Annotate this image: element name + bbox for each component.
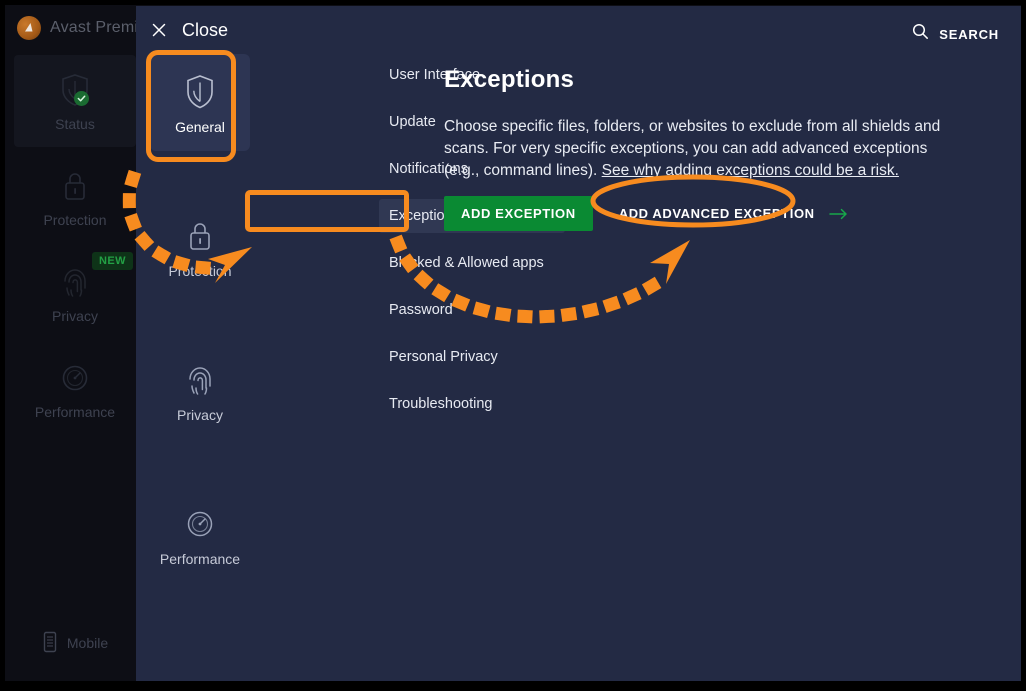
- settings-category-label: Protection: [168, 263, 232, 279]
- submenu-item-troubleshooting[interactable]: Troubleshooting: [379, 387, 565, 421]
- lock-icon: [183, 214, 217, 258]
- rail-item-status[interactable]: Status: [14, 55, 136, 147]
- rail-item-label: Protection: [43, 212, 107, 228]
- settings-category-performance[interactable]: Performance: [150, 486, 250, 583]
- settings-category-privacy[interactable]: Privacy: [150, 342, 250, 439]
- avast-logo-icon: [17, 16, 41, 40]
- app-title: Avast Premi: [50, 19, 139, 36]
- settings-toolbar: Close SEARCH: [136, 6, 1021, 58]
- close-x-icon: [148, 19, 170, 41]
- rail-item-label: Status: [55, 116, 95, 132]
- submenu-item-personal-privacy[interactable]: Personal Privacy: [379, 340, 565, 374]
- settings-category-label: General: [175, 119, 225, 135]
- close-label: Close: [182, 19, 229, 40]
- page-description: Choose specific files, folders, or websi…: [444, 116, 964, 182]
- search-icon: [912, 23, 929, 45]
- rail-item-protection[interactable]: Protection: [14, 151, 136, 243]
- risk-info-link[interactable]: See why adding exceptions could be a ris…: [602, 162, 899, 179]
- rail-item-label: Mobile: [66, 635, 109, 651]
- add-advanced-exception-button[interactable]: ADD ADVANCED EXCEPTION: [619, 206, 849, 221]
- rail-item-mobile[interactable]: Mobile: [14, 615, 136, 671]
- phone-icon: [42, 631, 58, 656]
- close-button[interactable]: Close: [148, 19, 228, 41]
- arrow-right-icon: [828, 208, 849, 220]
- rail-item-label: Performance: [34, 404, 116, 420]
- add-exception-button[interactable]: ADD EXCEPTION: [444, 196, 593, 231]
- fingerprint-icon: NEW: [58, 252, 133, 302]
- screenshot-root: Avast Premi Status Protection NEW Privac…: [0, 0, 1026, 691]
- settings-category-label: Performance: [159, 551, 241, 567]
- settings-category-column: General Protection Privacy Performance: [150, 54, 260, 583]
- add-advanced-exception-label: ADD ADVANCED EXCEPTION: [618, 206, 815, 221]
- rail-item-performance[interactable]: Performance: [14, 343, 136, 435]
- page-title: Exceptions: [444, 66, 575, 93]
- submenu-item-password[interactable]: Password: [379, 293, 565, 327]
- rail-item-privacy[interactable]: NEW Privacy: [14, 247, 136, 339]
- lock-icon: [58, 166, 92, 206]
- settings-category-protection[interactable]: Protection: [150, 198, 250, 295]
- rail-item-label: Privacy: [52, 308, 98, 324]
- speedometer-icon: [183, 502, 217, 546]
- settings-category-general[interactable]: General: [150, 54, 250, 151]
- fingerprint-icon: [183, 358, 217, 402]
- new-badge: NEW: [92, 252, 133, 270]
- search-label: SEARCH: [939, 26, 999, 42]
- settings-panel: Close SEARCH General Protection Privacy …: [136, 6, 1021, 681]
- settings-content: Exceptions Choose specific files, folder…: [444, 66, 989, 231]
- search-button[interactable]: SEARCH: [912, 23, 999, 45]
- settings-category-label: Privacy: [177, 407, 223, 423]
- speedometer-icon: [58, 358, 92, 398]
- submenu-item-blocked-allowed-apps[interactable]: Blocked & Allowed apps: [379, 246, 565, 280]
- shield-check-icon: [58, 70, 92, 110]
- action-row: ADD EXCEPTION ADD ADVANCED EXCEPTION: [444, 196, 989, 231]
- shield-icon: [183, 70, 217, 114]
- status-ok-check-icon: [74, 91, 89, 106]
